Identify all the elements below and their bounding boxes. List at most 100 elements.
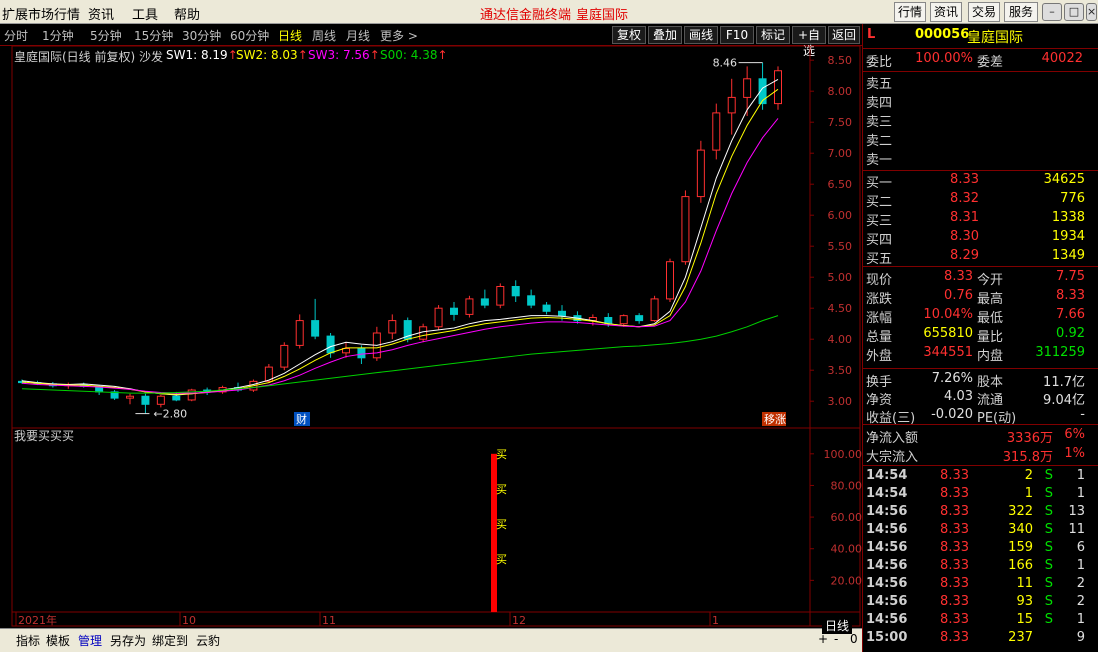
candle-body: [727, 96, 736, 114]
candle-body: [527, 295, 536, 306]
period-1min[interactable]: 1分钟: [42, 27, 74, 44]
menu-tools[interactable]: 工具: [132, 4, 158, 23]
finance-label: 股本: [977, 375, 1004, 390]
high-annotation: 8.46: [713, 57, 738, 70]
candle-body: [419, 326, 428, 340]
period-daily[interactable]: 日线: [278, 27, 302, 44]
candle-body: [696, 149, 705, 198]
ma-line: [21, 118, 779, 394]
quote-label: 最高: [977, 292, 1004, 307]
tick-side: S: [1044, 612, 1053, 627]
tick-side: S: [1044, 522, 1053, 537]
y-tick-label: 5.00: [828, 271, 853, 284]
sub-y-tick-label: 100.00: [824, 448, 863, 461]
overlay-button[interactable]: 叠加: [648, 26, 682, 44]
close-icon[interactable]: ×: [1086, 3, 1097, 21]
quote-row: 涨跌 0.76 最高 8.33: [863, 288, 1098, 307]
period-more[interactable]: 更多 >: [380, 27, 418, 44]
ask-row: 卖二: [863, 130, 1098, 149]
tick-side: S: [1044, 468, 1053, 483]
save-as-tab[interactable]: 另存为: [110, 632, 146, 649]
finance-value: -0.020: [931, 407, 973, 422]
ask-label: 卖一: [866, 153, 893, 168]
zoom-in-button[interactable]: +: [818, 632, 828, 646]
draw-line-button[interactable]: 画线: [684, 26, 718, 44]
tick-row: 14:56 8.33 15 S 1: [863, 612, 1098, 631]
bottom-toolbar: 指标 模板 管理 另存为 绑定到 云豹 日线 + - 0: [0, 617, 862, 652]
candle-body: [542, 304, 551, 312]
tick-row: 14:56 8.33 11 S 2: [863, 576, 1098, 595]
zoom-reset-button[interactable]: 0: [850, 632, 858, 646]
adjust-button[interactable]: 复权: [612, 26, 646, 44]
manage-tab[interactable]: 管理: [78, 632, 102, 649]
maximize-icon[interactable]: □: [1064, 3, 1084, 21]
market-button[interactable]: 行情: [894, 2, 926, 22]
tick-volume: 93: [1016, 594, 1033, 609]
period-5min[interactable]: 5分钟: [90, 27, 122, 44]
back-button[interactable]: 返回: [828, 26, 860, 44]
menu-extended-market[interactable]: 扩展市场行情: [2, 4, 80, 23]
finance-value: 11.7亿: [1043, 375, 1085, 390]
ask-label: 卖四: [866, 96, 893, 111]
x-tick-label: 10: [182, 614, 196, 627]
flow-row: 净流入额 3336万 6%: [863, 427, 1098, 446]
menu-help[interactable]: 帮助: [174, 4, 200, 23]
trade-button[interactable]: 交易: [968, 2, 1000, 22]
yunbao-tab[interactable]: 云豹: [196, 632, 220, 649]
quote-label: 量比: [977, 330, 1004, 345]
minimize-icon[interactable]: –: [1042, 3, 1062, 21]
candle-body: [126, 395, 134, 399]
news-button[interactable]: 资讯: [930, 2, 962, 22]
tick-volume: 2: [1024, 468, 1033, 483]
f10-button[interactable]: F10: [720, 26, 754, 44]
finance-label: 换手: [866, 375, 893, 390]
mark-button[interactable]: 标记: [756, 26, 790, 44]
chart-frame: [11, 46, 861, 627]
tick-price: 8.33: [940, 540, 969, 555]
tick-time: 14:56: [866, 558, 908, 573]
flow-label: 净流入额: [866, 431, 919, 446]
tick-price: 8.33: [940, 486, 969, 501]
quote-label: 涨跌: [866, 292, 893, 307]
stock-header: L 000056 皇庭国际: [863, 27, 1098, 46]
tick-volume: 159: [1008, 540, 1033, 555]
kline-chart[interactable]: 8.50 8.00 7.50 7.00 6.50 6.00 5.50 5.00 4.50 4.00…: [0, 46, 862, 628]
bid-label: 买一: [866, 176, 893, 191]
bid-row: 买二 8.32 776: [863, 191, 1098, 210]
tick-price: 8.33: [940, 468, 969, 483]
candle-body: [743, 78, 752, 98]
y-tick-label: 6.50: [828, 178, 853, 191]
tick-side: S: [1044, 558, 1053, 573]
y-tick-label: 7.50: [828, 116, 853, 129]
period-60min[interactable]: 60分钟: [230, 27, 269, 44]
y-tick-label: 6.00: [828, 209, 853, 222]
indicator-tab[interactable]: 指标: [16, 632, 40, 649]
service-button[interactable]: 服务: [1004, 2, 1038, 22]
buy-signal-label: 买: [496, 448, 507, 461]
candle-body: [141, 395, 150, 405]
add-favorite-button[interactable]: +自选: [792, 26, 826, 58]
flow-percent: 6%: [1064, 427, 1085, 442]
period-monthly[interactable]: 月线: [346, 27, 370, 44]
menu-news[interactable]: 资讯: [88, 4, 114, 23]
period-weekly[interactable]: 周线: [312, 27, 336, 44]
period-30min[interactable]: 30分钟: [182, 27, 221, 44]
tick-row: 14:56 8.33 159 S 6: [863, 540, 1098, 559]
quote-value: 0.92: [1056, 326, 1085, 341]
finance-label: 流通: [977, 393, 1004, 408]
template-tab[interactable]: 模板: [46, 632, 70, 649]
window-stock-name: 皇庭国际: [576, 8, 629, 23]
tick-time: 14:54: [866, 468, 908, 483]
bind-to-tab[interactable]: 绑定到: [152, 632, 188, 649]
period-15min[interactable]: 15分钟: [134, 27, 173, 44]
quote-label: 内盘: [977, 349, 1004, 364]
zoom-out-button[interactable]: -: [834, 632, 838, 646]
candle-body: [326, 335, 335, 354]
candle-body: [480, 298, 489, 306]
candles: [18, 62, 782, 414]
period-intraday[interactable]: 分时: [4, 27, 28, 44]
quote-label: 外盘: [866, 349, 893, 364]
finance-row: 换手 7.26% 股本 11.7亿: [863, 371, 1098, 390]
x-tick-label: 12: [512, 614, 526, 627]
tick-count: 1: [1076, 468, 1085, 483]
